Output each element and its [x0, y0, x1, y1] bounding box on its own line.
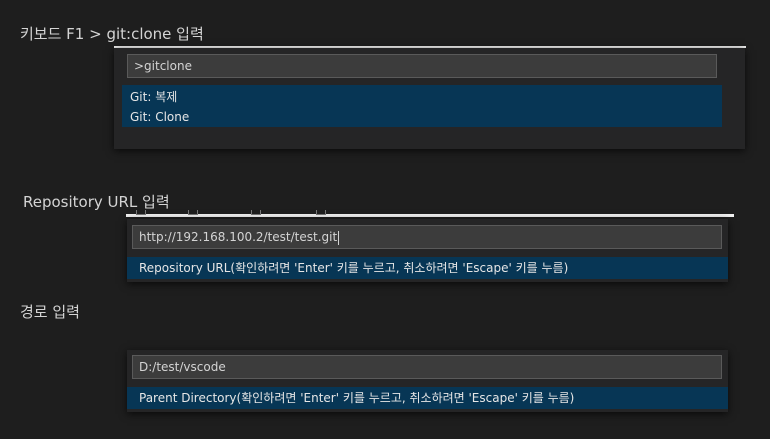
caption-path: 경로 입력	[20, 303, 80, 321]
parent-directory-input[interactable]: D:/test/vscode	[132, 355, 722, 379]
command-item-alias: Git: Clone	[130, 110, 190, 124]
text-caret	[338, 230, 340, 245]
parent-directory-input-value: D:/test/vscode	[139, 360, 226, 374]
parent-directory-hint-text: Parent Directory(확인하려면 'Enter' 키를 누르고, 취…	[139, 391, 575, 405]
repository-url-prompt: http://192.168.100.2/test/test.git Repos…	[127, 219, 728, 282]
command-palette-input-value: >gitclone	[134, 59, 192, 73]
caption-command-input: 키보드 F1 > git:clone 입력	[20, 25, 204, 43]
command-palette-input[interactable]: >gitclone	[127, 54, 717, 78]
caption-repository-url: Repository URL 입력	[23, 193, 170, 211]
repository-url-hint: Repository URL(확인하려면 'Enter' 키를 누르고, 취소하…	[127, 257, 728, 279]
repository-url-input-value: http://192.168.100.2/test/test.git	[139, 230, 338, 244]
divider	[126, 214, 734, 217]
repository-url-hint-text: Repository URL(확인하려면 'Enter' 키를 누르고, 취소하…	[139, 261, 569, 275]
command-palette: >gitclone Git: 복제 Git: Clone	[114, 48, 745, 149]
command-item-label: Git: 복제	[130, 90, 178, 104]
parent-directory-hint: Parent Directory(확인하려면 'Enter' 키를 누르고, 취…	[127, 387, 728, 409]
parent-directory-prompt: D:/test/vscode Parent Directory(확인하려면 'E…	[127, 350, 728, 412]
repository-url-input[interactable]: http://192.168.100.2/test/test.git	[132, 225, 722, 249]
command-item-git-clone-korean[interactable]: Git: 복제 Git: Clone	[122, 85, 722, 127]
